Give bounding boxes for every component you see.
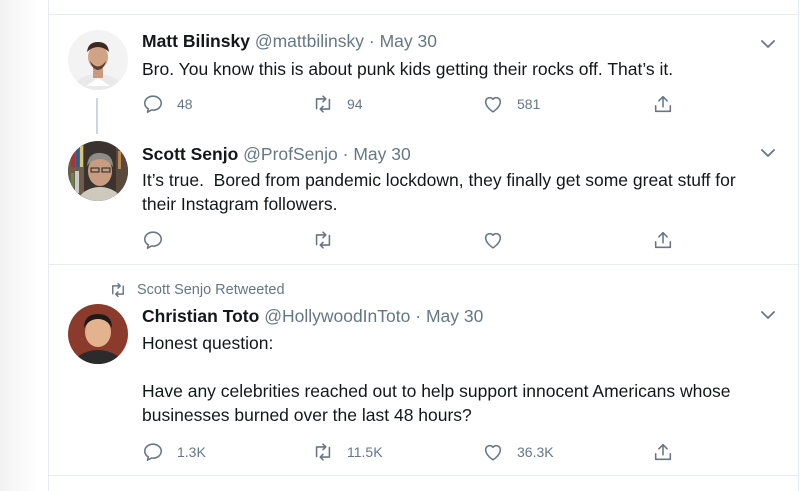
reply-button[interactable] (142, 228, 177, 252)
author-handle[interactable]: @ProfSenjo (243, 144, 338, 164)
reply-icon (143, 95, 163, 114)
like-button[interactable]: 581 (482, 92, 540, 116)
tweet-actions (142, 228, 682, 252)
share-icon (654, 231, 672, 249)
retweet-count: 94 (347, 96, 363, 112)
retweet-button[interactable]: 94 (312, 92, 363, 116)
share-icon (654, 95, 672, 113)
like-button[interactable]: 36.3K (482, 440, 554, 464)
retweet-icon (315, 443, 331, 461)
separator-dot: · (368, 31, 375, 51)
tweet-actions: 48 94 581 (142, 92, 682, 116)
retweet-button[interactable]: 11.5K (312, 440, 383, 464)
chevron-down-icon[interactable] (760, 145, 776, 161)
reply-count: 1.3K (177, 444, 206, 460)
chevron-down-icon[interactable] (760, 307, 776, 323)
retweeted-by-text: Scott Senjo Retweeted (137, 282, 285, 298)
author-handle[interactable]: @mattbilinsky (255, 31, 364, 51)
tweet-header: Matt Bilinsky @mattbilinsky · May 30 (142, 31, 437, 52)
retweet-icon (112, 282, 124, 298)
avatar[interactable] (68, 304, 128, 364)
retweet-icon (315, 231, 331, 249)
retweet-icon (315, 95, 331, 113)
tweet-header: Christian Toto @HollywoodInToto · May 30 (142, 306, 483, 327)
tweet-date[interactable]: May 30 (380, 31, 437, 51)
author-handle[interactable]: @HollywoodInToto (264, 306, 410, 326)
tweet-text: It’s true. Bored from pandemic lockdown,… (142, 170, 741, 214)
retweeted-by-label[interactable]: Scott Senjo Retweeted (109, 281, 285, 299)
tweet-date[interactable]: May 30 (426, 306, 483, 326)
tweet-christian-toto[interactable]: Scott Senjo Retweeted Christian Toto @Ho… (49, 265, 798, 475)
timeline: Matt Bilinsky @mattbilinsky · May 30 Bro… (48, 0, 799, 491)
reply-count: 48 (177, 96, 193, 112)
reply-icon (143, 443, 163, 462)
separator-dot: · (415, 306, 422, 326)
retweet-count: 11.5K (347, 444, 383, 460)
tweet-matt-bilinsky[interactable]: Matt Bilinsky @mattbilinsky · May 30 Bro… (49, 14, 798, 134)
avatar[interactable] (68, 141, 128, 201)
chevron-down-icon[interactable] (760, 36, 776, 52)
author-name[interactable]: Christian Toto (142, 306, 259, 326)
page-left-shadow (0, 0, 48, 491)
like-count: 581 (517, 96, 541, 112)
tweet-scott-senjo[interactable]: Scott Senjo @ProfSenjo · May 30 It’s tru… (49, 134, 798, 264)
retweet-button[interactable] (312, 228, 347, 252)
author-name[interactable]: Scott Senjo (142, 144, 238, 164)
avatar[interactable] (68, 30, 128, 90)
tweet-date[interactable]: May 30 (353, 144, 410, 164)
thread-line (96, 98, 98, 134)
like-button[interactable] (482, 228, 517, 252)
separator-dot: · (342, 144, 349, 164)
share-button[interactable] (652, 92, 674, 116)
like-count: 36.3K (517, 444, 554, 460)
divider (49, 475, 798, 476)
tweet-text: Bro. You know this is about punk kids ge… (142, 59, 674, 79)
share-icon (654, 443, 672, 461)
reply-button[interactable]: 48 (142, 92, 193, 116)
tweet-actions: 1.3K 11.5K 36.3K (142, 440, 682, 464)
heart-icon (484, 444, 502, 461)
tweet-header: Scott Senjo @ProfSenjo · May 30 (142, 144, 411, 165)
reply-icon (143, 231, 163, 250)
share-button[interactable] (652, 440, 674, 464)
author-name[interactable]: Matt Bilinsky (142, 31, 250, 51)
tweet-text: Honest question: Have any celebrities re… (142, 333, 731, 425)
heart-icon (484, 96, 502, 113)
heart-icon (484, 232, 502, 249)
share-button[interactable] (652, 228, 674, 252)
reply-button[interactable]: 1.3K (142, 440, 206, 464)
